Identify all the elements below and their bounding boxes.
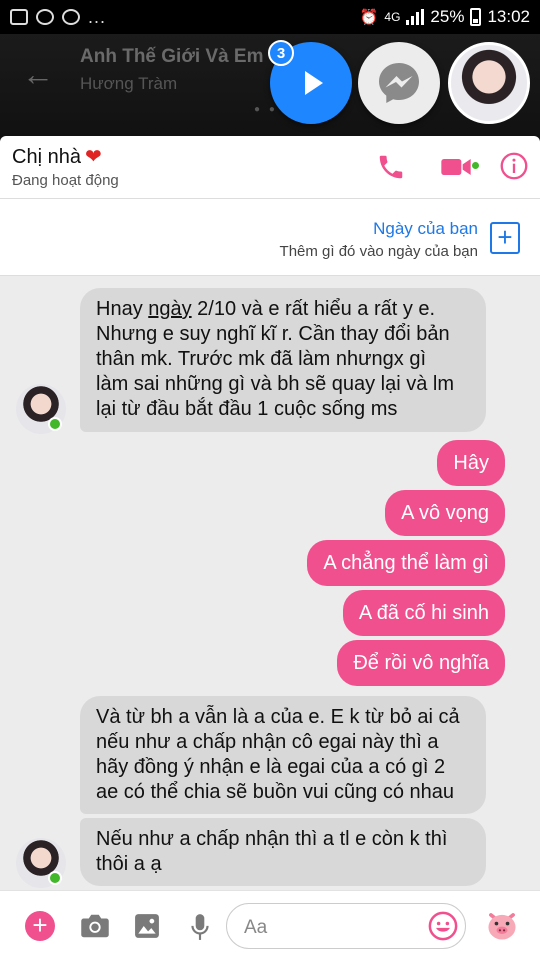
message-line: làm sai những gì và bh sẽ quay lại và lm [96, 373, 455, 395]
outgoing-message[interactable]: Để rồi vô nghĩa [337, 640, 505, 686]
contact-name[interactable]: Chị nhà ❤ [12, 144, 102, 169]
message-line: nếu như a chấp nhận cô egai này thì a [96, 731, 439, 753]
outgoing-message[interactable]: Hây [437, 440, 505, 486]
signal-icon [406, 9, 425, 25]
message-line: Nếu như a chấp nhận thì a tl e còn k thì [96, 828, 448, 850]
play-icon [305, 71, 323, 95]
online-indicator [48, 871, 62, 885]
alarm-icon: ⏰ [359, 9, 379, 26]
message-line: Hnay ngày 2/10 và e rất hiểu a rất y e. [96, 298, 436, 320]
chat-header: Chị nhà ❤ Đang hoạt động [0, 136, 540, 198]
gallery-notification-icon [10, 9, 28, 25]
unread-badge: 3 [268, 40, 294, 66]
microphone-icon[interactable] [189, 913, 211, 941]
pager-dots: ● ● [254, 104, 278, 115]
outgoing-message[interactable]: A đã cố hi sinh [342, 590, 505, 636]
messenger-notification-icon [36, 9, 54, 25]
contact-name-text: Chị nhà [12, 146, 81, 168]
phone-icon[interactable] [376, 152, 406, 182]
music-header: ← Anh Thế Giới Và Em Hương Tràm ● ● 3 [0, 34, 540, 138]
message-line: hãy đồng ý nhận e là egai của a có gì 2 [96, 756, 446, 778]
messenger-icon [379, 63, 419, 103]
camera-icon[interactable] [80, 913, 110, 939]
song-title: Anh Thế Giới Và Em [80, 46, 264, 67]
incoming-message[interactable]: Và từ bh a vẫn là a của e. E k từ bỏ ai … [80, 696, 486, 814]
info-icon[interactable] [500, 152, 528, 180]
message-line: Nhưng e suy nghĩ kĩ r. Cần thay đổi bản [96, 323, 450, 345]
message-line: lại từ đầu bắt đầu 1 cuộc sống ms [96, 398, 398, 420]
battery-icon [470, 8, 482, 26]
day-banner-subtitle: Thêm gì đó vào ngày của bạn [279, 243, 478, 260]
message-line: Và từ bh a vẫn là a của e. E k từ bỏ ai … [96, 706, 460, 728]
message-list[interactable]: Hnay ngày 2/10 và e rất hiểu a rất y e. … [0, 276, 540, 890]
back-arrow-icon[interactable]: ← [22, 56, 54, 93]
video-online-dot [472, 162, 479, 169]
network-type: 4G [384, 10, 401, 24]
incoming-message[interactable]: Nếu như a chấp nhận thì a tl e còn k thì… [80, 818, 486, 886]
contact-status: Đang hoạt động [12, 172, 119, 189]
outgoing-message[interactable]: A vô vọng [385, 490, 505, 536]
status-bar: ... ⏰ 4G 25% 13:02 [0, 0, 540, 34]
video-camera-icon[interactable] [440, 152, 472, 182]
emoji-icon[interactable] [428, 911, 458, 941]
song-artist: Hương Tràm [80, 74, 178, 93]
add-day-button[interactable]: + [490, 222, 520, 254]
message-line: thôi a ạ [96, 853, 162, 875]
incoming-message[interactable]: Hnay ngày 2/10 và e rất hiểu a rất y e. … [80, 288, 486, 432]
contact-chat-head[interactable] [448, 42, 530, 124]
messenger-notification-icon-2 [62, 9, 80, 25]
message-line: ae có thể chia sẽ buồn vui cũng có nhau [96, 781, 455, 803]
image-icon[interactable] [134, 913, 160, 939]
online-indicator [48, 417, 62, 431]
battery-percent: 25% [430, 7, 465, 26]
clock: 13:02 [487, 7, 530, 26]
pig-sticker-icon[interactable] [486, 911, 518, 941]
plus-icon[interactable]: + [25, 911, 55, 941]
messenger-chat-head[interactable] [358, 42, 440, 124]
composer-bar: + Aa [0, 890, 540, 960]
message-input-placeholder: Aa [244, 917, 268, 938]
more-notifications: ... [88, 6, 107, 27]
day-banner[interactable]: Ngày của bạn Thêm gì đó vào ngày của bạn [0, 198, 540, 276]
day-banner-title[interactable]: Ngày của bạn [373, 219, 478, 239]
message-line: thân mk. Trước mk đã làm nhưngx gì [96, 348, 427, 370]
outgoing-message[interactable]: A chẳng thể làm gì [307, 540, 505, 586]
heart-icon: ❤ [84, 146, 102, 168]
